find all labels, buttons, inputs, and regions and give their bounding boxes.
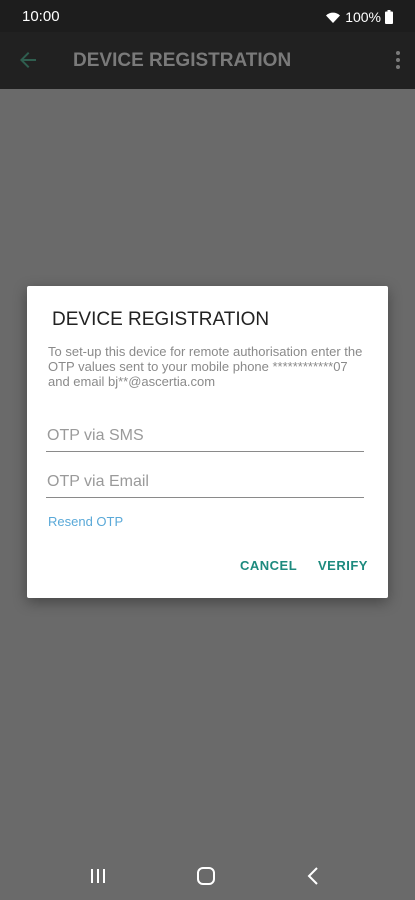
dialog-message: To set-up this device for remote authori… xyxy=(48,344,363,389)
status-time: 10:00 xyxy=(22,8,60,25)
recents-icon[interactable] xyxy=(88,866,108,886)
status-icons: 100% xyxy=(325,7,393,27)
overflow-menu-icon[interactable] xyxy=(395,49,401,71)
battery-icon xyxy=(385,10,393,24)
dialog-title: DEVICE REGISTRATION xyxy=(52,309,270,330)
navigation-bar xyxy=(0,852,415,900)
status-bar: 10:00 100% xyxy=(0,0,415,32)
otp-email-field[interactable] xyxy=(46,468,364,498)
home-icon[interactable] xyxy=(195,865,217,887)
arrow-back-icon[interactable] xyxy=(16,48,40,72)
wifi-icon xyxy=(325,10,341,24)
back-icon[interactable] xyxy=(305,865,321,887)
app-bar-title: DEVICE REGISTRATION xyxy=(73,50,292,71)
otp-sms-field[interactable] xyxy=(46,422,364,452)
cancel-button[interactable]: CANCEL xyxy=(240,558,297,574)
verify-button[interactable]: VERIFY xyxy=(318,558,368,574)
battery-percent: 100% xyxy=(345,9,381,25)
registration-dialog: DEVICE REGISTRATION To set-up this devic… xyxy=(27,286,388,598)
app-bar: DEVICE REGISTRATION xyxy=(0,32,415,89)
resend-otp-link[interactable]: Resend OTP xyxy=(48,514,123,529)
